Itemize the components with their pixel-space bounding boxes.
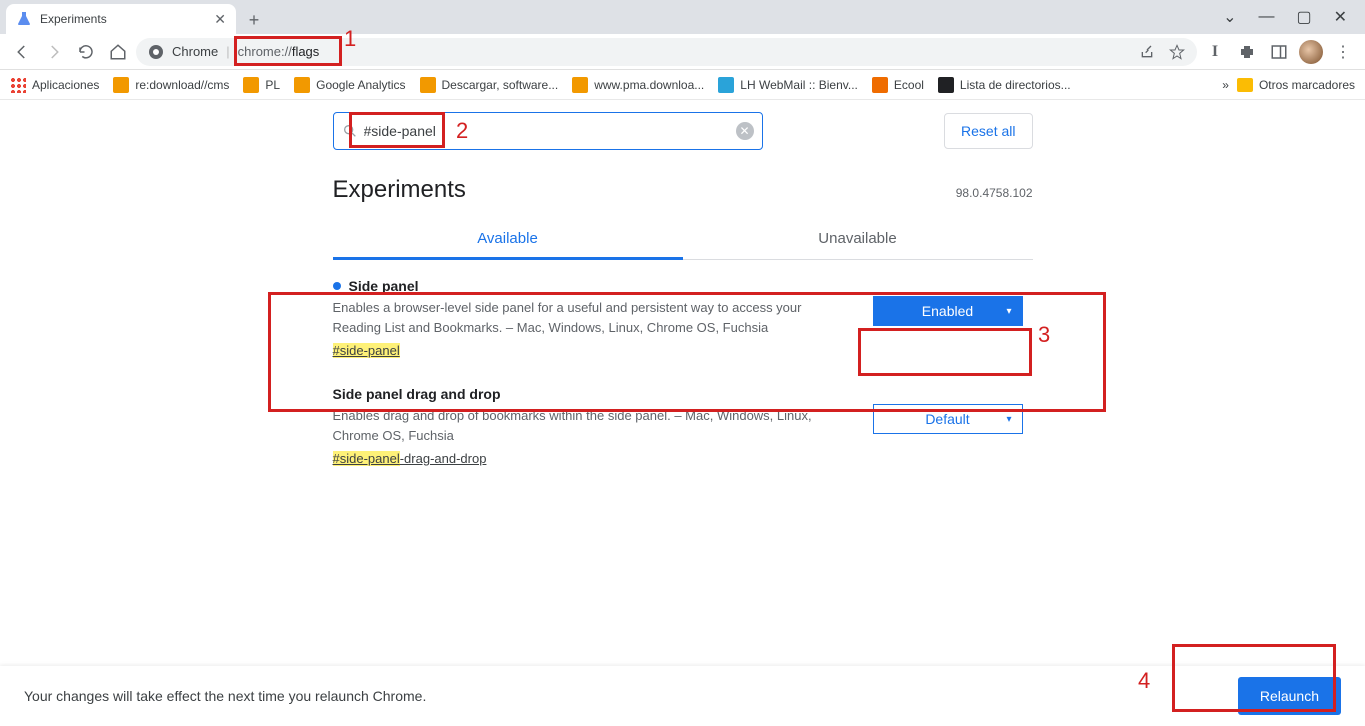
back-button[interactable] <box>8 38 36 66</box>
bookmark-label: re:download//cms <box>135 78 229 92</box>
chevron-down-icon[interactable]: ⌄ <box>1223 7 1236 27</box>
other-bookmarks-label: Otros marcadores <box>1259 78 1355 92</box>
bookmark-favicon <box>243 77 259 93</box>
share-icon[interactable] <box>1139 44 1155 60</box>
other-bookmarks[interactable]: Otros marcadores <box>1237 78 1355 92</box>
restart-bar: Your changes will take effect the next t… <box>0 666 1365 726</box>
bookmark-favicon <box>718 77 734 93</box>
search-icon <box>342 123 358 139</box>
flag-description: Enables a browser-level side panel for a… <box>333 298 853 337</box>
apps-label: Aplicaciones <box>32 78 99 92</box>
flag-row: Side panel Enables a browser-level side p… <box>333 260 1033 368</box>
window-controls: ⌄ — ▢ ✕ <box>1223 0 1365 34</box>
new-tab-button[interactable]: + <box>240 6 268 34</box>
chevron-down-icon: ▾ <box>1006 414 1011 425</box>
flag-description: Enables drag and drop of bookmarks withi… <box>333 406 853 445</box>
dropdown-value: Default <box>925 411 969 427</box>
search-row: ✕ Reset all <box>333 100 1033 158</box>
tab-unavailable[interactable]: Unavailable <box>683 218 1033 259</box>
restart-message: Your changes will take effect the next t… <box>24 688 426 704</box>
modified-dot-icon <box>333 282 341 290</box>
flask-icon <box>16 11 32 27</box>
bookmark-label: Google Analytics <box>316 78 405 92</box>
bookmark-label: LH WebMail :: Bienv... <box>740 78 858 92</box>
address-bar[interactable]: Chrome | chrome://flags <box>136 38 1197 66</box>
flag-dropdown[interactable]: Enabled ▾ <box>873 296 1023 326</box>
overflow-icon[interactable]: » <box>1222 78 1229 92</box>
bookmark-item[interactable]: Google Analytics <box>294 77 405 93</box>
bookmark-item[interactable]: Descargar, software... <box>420 77 559 93</box>
minimize-icon[interactable]: — <box>1258 8 1274 26</box>
bookmark-item[interactable]: PL <box>243 77 280 93</box>
bookmarks-bar: Aplicaciones re:download//cms PL Google An… <box>0 70 1365 100</box>
menu-icon[interactable]: ⋮ <box>1329 38 1357 66</box>
close-window-icon[interactable]: ✕ <box>1334 7 1347 27</box>
bookmark-label: PL <box>265 78 280 92</box>
reset-all-button[interactable]: Reset all <box>944 113 1032 149</box>
bookmark-label: Lista de directorios... <box>960 78 1071 92</box>
bookmark-item[interactable]: Ecool <box>872 77 924 93</box>
profile-avatar[interactable] <box>1297 38 1325 66</box>
star-icon[interactable] <box>1169 44 1185 60</box>
bookmark-item[interactable]: Lista de directorios... <box>938 77 1071 93</box>
dropdown-value: Enabled <box>922 303 973 319</box>
bookmark-favicon <box>113 77 129 93</box>
bookmark-label: Ecool <box>894 78 924 92</box>
tab-strip: Experiments ✕ + ⌄ — ▢ ✕ <box>0 0 1365 34</box>
bookmark-favicon <box>572 77 588 93</box>
version-label: 98.0.4758.102 <box>956 186 1033 200</box>
apps-icon <box>10 77 26 93</box>
bookmark-favicon <box>294 77 310 93</box>
page-content: ✕ Reset all Experiments 98.0.4758.102 Av… <box>0 100 1365 666</box>
relaunch-button[interactable]: Relaunch <box>1238 677 1341 715</box>
extensions-icon[interactable] <box>1233 38 1261 66</box>
toolbar: Chrome | chrome://flags I ⋮ <box>0 34 1365 70</box>
flag-title: Side panel drag and drop <box>333 386 853 402</box>
flag-hash[interactable]: #side-panel-drag-and-drop <box>333 451 487 466</box>
bookmark-label: Descargar, software... <box>442 78 559 92</box>
chevron-down-icon: ▾ <box>1006 306 1011 317</box>
close-icon[interactable]: ✕ <box>214 11 226 28</box>
flag-dropdown[interactable]: Default ▾ <box>873 404 1023 434</box>
page-title: Experiments <box>333 176 466 204</box>
panel-icon[interactable] <box>1265 38 1293 66</box>
letter-i-icon[interactable]: I <box>1201 38 1229 66</box>
bookmark-item[interactable]: LH WebMail :: Bienv... <box>718 77 858 93</box>
browser-tab[interactable]: Experiments ✕ <box>6 4 236 34</box>
bookmark-favicon <box>420 77 436 93</box>
flag-title: Side panel <box>333 278 853 294</box>
bookmark-item[interactable]: www.pma.downloa... <box>572 77 704 93</box>
folder-icon <box>1237 78 1253 92</box>
bookmark-favicon <box>872 77 888 93</box>
tab-available[interactable]: Available <box>333 218 683 259</box>
flag-hash[interactable]: #side-panel <box>333 343 400 358</box>
bookmark-label: www.pma.downloa... <box>594 78 704 92</box>
reload-button[interactable] <box>72 38 100 66</box>
search-flags-box[interactable]: ✕ <box>333 112 763 150</box>
flag-row: Side panel drag and drop Enables drag and… <box>333 368 1033 476</box>
maximize-icon[interactable]: ▢ <box>1296 7 1311 27</box>
url-text: chrome://flags <box>238 44 320 59</box>
home-button[interactable] <box>104 38 132 66</box>
flag-tabs: Available Unavailable <box>333 218 1033 260</box>
chrome-icon <box>148 44 164 60</box>
clear-search-icon[interactable]: ✕ <box>736 122 754 140</box>
bookmark-favicon <box>938 77 954 93</box>
tab-title: Experiments <box>40 12 107 26</box>
bookmark-item[interactable]: re:download//cms <box>113 77 229 93</box>
apps-shortcut[interactable]: Aplicaciones <box>10 77 99 93</box>
site-label: Chrome <box>172 44 218 59</box>
forward-button[interactable] <box>40 38 68 66</box>
search-input[interactable] <box>364 123 736 139</box>
